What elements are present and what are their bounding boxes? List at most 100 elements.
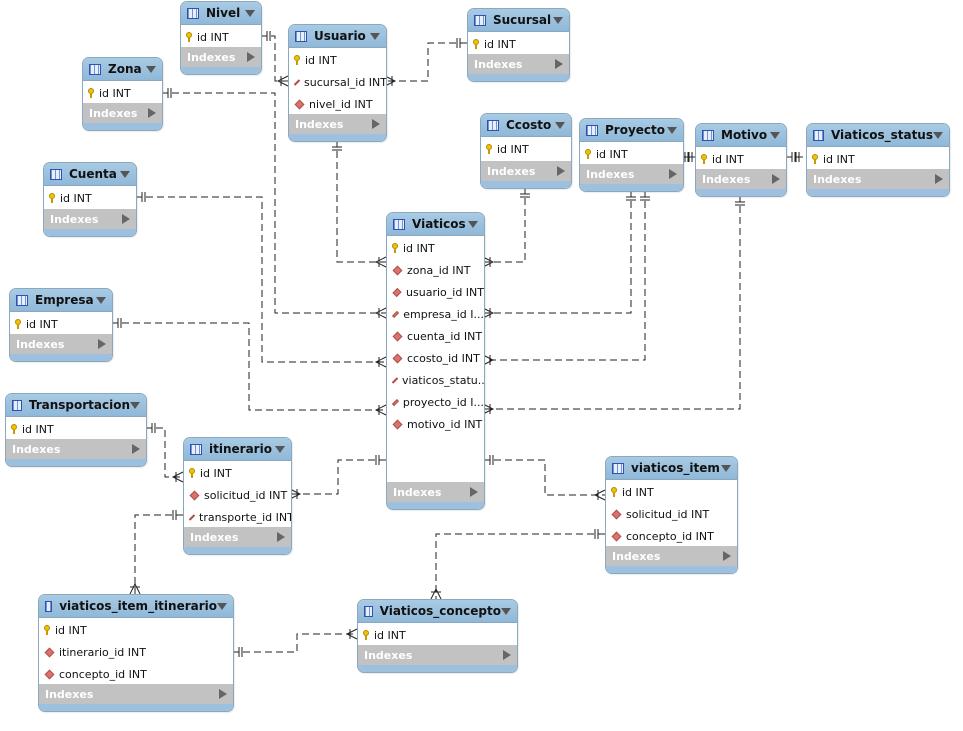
expand-arrow-icon[interactable] <box>122 214 130 224</box>
column-row[interactable]: concepto_id INT <box>39 663 233 685</box>
table-viaticos-concepto[interactable]: Viaticos_concepto id INT Indexes <box>357 599 518 673</box>
column-row[interactable]: itinerario_id INT <box>39 641 233 663</box>
column-row[interactable]: motivo_id INT <box>387 413 484 435</box>
column-row[interactable]: id INT <box>181 26 261 48</box>
table-nivel[interactable]: Nivel id INT Indexes <box>180 1 262 75</box>
column-row[interactable]: id INT <box>580 143 683 165</box>
expand-arrow-icon[interactable] <box>557 166 565 176</box>
table-viaticos[interactable]: Viaticos id INT zona_id INT usuario_id INT e… <box>386 212 485 510</box>
table-viaticos-status[interactable]: Viaticos_status id INT Indexes <box>806 123 950 197</box>
indexes-section[interactable]: Indexes <box>39 684 233 704</box>
indexes-section[interactable]: Indexes <box>44 209 136 229</box>
column-row[interactable]: solicitud_id INT <box>184 484 291 506</box>
table-header[interactable]: Sucursal <box>468 9 569 32</box>
column-row[interactable]: viaticos_statu... <box>387 369 484 391</box>
indexes-section[interactable]: Indexes <box>468 54 569 74</box>
dropdown-arrow-icon[interactable] <box>770 131 780 139</box>
expand-arrow-icon[interactable] <box>772 174 780 184</box>
dropdown-arrow-icon[interactable] <box>245 9 255 17</box>
table-header[interactable]: Nivel <box>181 2 261 25</box>
column-row[interactable]: cuenta_id INT <box>387 325 484 347</box>
table-proyecto[interactable]: Proyecto id INT Indexes <box>579 118 684 192</box>
indexes-section[interactable]: Indexes <box>387 482 484 502</box>
expand-arrow-icon[interactable] <box>372 119 380 129</box>
expand-arrow-icon[interactable] <box>723 551 731 561</box>
expand-arrow-icon[interactable] <box>98 339 106 349</box>
indexes-section[interactable]: Indexes <box>580 164 683 184</box>
column-row[interactable]: id INT <box>289 49 386 71</box>
indexes-section[interactable]: Indexes <box>184 527 291 547</box>
column-row[interactable]: id INT <box>807 148 949 170</box>
indexes-section[interactable]: Indexes <box>606 546 737 566</box>
column-row[interactable]: transporte_id INT <box>184 506 291 528</box>
table-viaticos-item[interactable]: viaticos_item id INT solicitud_id INT conce… <box>605 456 738 574</box>
table-header[interactable]: Transportacion <box>6 394 146 417</box>
indexes-section[interactable]: Indexes <box>6 439 146 459</box>
indexes-section[interactable]: Indexes <box>696 169 786 189</box>
column-row[interactable]: id INT <box>83 82 162 104</box>
dropdown-arrow-icon[interactable] <box>555 121 565 129</box>
indexes-section[interactable]: Indexes <box>289 114 386 134</box>
indexes-section[interactable]: Indexes <box>83 103 162 123</box>
indexes-section[interactable]: Indexes <box>10 334 112 354</box>
table-header[interactable]: Zona <box>83 58 162 81</box>
table-header[interactable]: Viaticos <box>387 213 484 236</box>
column-row[interactable]: proyecto_id I... <box>387 391 484 413</box>
dropdown-arrow-icon[interactable] <box>501 607 511 615</box>
column-row[interactable]: usuario_id INT <box>387 281 484 303</box>
expand-arrow-icon[interactable] <box>247 52 255 62</box>
table-usuario[interactable]: Usuario id INT sucursal_id INT nivel_id INT… <box>288 24 387 142</box>
expand-arrow-icon[interactable] <box>935 174 943 184</box>
table-transportacion[interactable]: Transportacion id INT Indexes <box>5 393 147 467</box>
expand-arrow-icon[interactable] <box>132 444 140 454</box>
table-ccosto[interactable]: Ccosto id INT Indexes <box>480 113 572 189</box>
table-header[interactable]: viaticos_item_itinerario <box>39 595 233 618</box>
dropdown-arrow-icon[interactable] <box>275 445 285 453</box>
expand-arrow-icon[interactable] <box>148 108 156 118</box>
expand-arrow-icon[interactable] <box>669 169 677 179</box>
table-header[interactable]: Usuario <box>289 25 386 48</box>
column-row[interactable]: concepto_id INT <box>606 525 737 547</box>
expand-arrow-icon[interactable] <box>277 532 285 542</box>
column-row[interactable]: ccosto_id INT <box>387 347 484 369</box>
column-row[interactable]: id INT <box>387 237 484 259</box>
column-row[interactable]: id INT <box>184 462 291 484</box>
dropdown-arrow-icon[interactable] <box>667 126 677 134</box>
table-cuenta[interactable]: Cuenta id INT Indexes <box>43 162 137 237</box>
dropdown-arrow-icon[interactable] <box>146 65 156 73</box>
column-row[interactable]: id INT <box>468 33 569 55</box>
column-row[interactable]: id INT <box>606 481 737 503</box>
table-motivo[interactable]: Motivo id INT Indexes <box>695 123 787 197</box>
expand-arrow-icon[interactable] <box>555 59 563 69</box>
table-header[interactable]: Viaticos_status <box>807 124 949 147</box>
column-row[interactable]: id INT <box>358 624 517 646</box>
column-row[interactable]: sucursal_id INT <box>289 71 386 93</box>
table-sucursal[interactable]: Sucursal id INT Indexes <box>467 8 570 82</box>
dropdown-arrow-icon[interactable] <box>933 131 943 139</box>
table-viaticos-item-itinerario[interactable]: viaticos_item_itinerario id INT itinerario… <box>38 594 234 712</box>
table-header[interactable]: Ccosto <box>481 114 571 137</box>
expand-arrow-icon[interactable] <box>503 650 511 660</box>
column-row[interactable]: id INT <box>39 619 233 641</box>
dropdown-arrow-icon[interactable] <box>130 401 140 409</box>
dropdown-arrow-icon[interactable] <box>370 32 380 40</box>
column-row[interactable]: id INT <box>6 418 146 440</box>
table-header[interactable]: Empresa <box>10 289 112 312</box>
column-row[interactable]: solicitud_id INT <box>606 503 737 525</box>
column-row[interactable]: id INT <box>10 313 112 335</box>
indexes-section[interactable]: Indexes <box>181 47 261 67</box>
indexes-section[interactable]: Indexes <box>481 161 571 181</box>
indexes-section[interactable]: Indexes <box>807 169 949 189</box>
indexes-section[interactable]: Indexes <box>358 645 517 665</box>
table-itinerario[interactable]: itinerario id INT solicitud_id INT transpor… <box>183 437 292 555</box>
dropdown-arrow-icon[interactable] <box>468 220 478 228</box>
table-header[interactable]: Proyecto <box>580 119 683 142</box>
column-row[interactable]: zona_id INT <box>387 259 484 281</box>
table-header[interactable]: itinerario <box>184 438 291 461</box>
dropdown-arrow-icon[interactable] <box>120 170 130 178</box>
expand-arrow-icon[interactable] <box>470 487 478 497</box>
table-header[interactable]: Motivo <box>696 124 786 147</box>
table-header[interactable]: viaticos_item <box>606 457 737 480</box>
table-zona[interactable]: Zona id INT Indexes <box>82 57 163 131</box>
dropdown-arrow-icon[interactable] <box>721 464 731 472</box>
